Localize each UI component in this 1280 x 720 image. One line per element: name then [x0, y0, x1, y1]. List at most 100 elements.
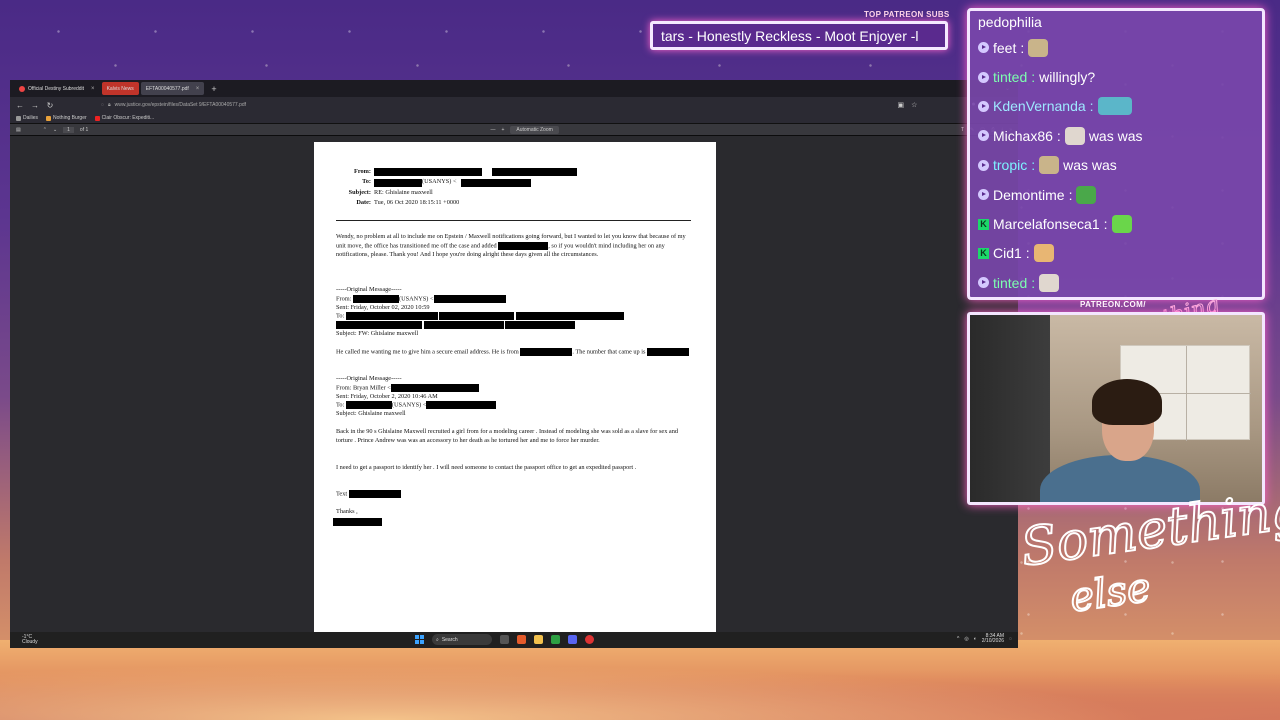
orig1-subject: Subject: FW: Ghislaine maxwell	[336, 330, 419, 338]
chat-username[interactable]: tinted	[993, 69, 1027, 85]
redaction	[647, 348, 690, 356]
zoom-select[interactable]: Automatic Zoom	[510, 125, 559, 134]
notification-icon[interactable]: ◌	[1009, 636, 1012, 642]
redaction	[345, 401, 392, 410]
chat-message: tinted: willingly?	[970, 62, 1262, 91]
bookmark-star-icon[interactable]: ☆	[911, 101, 917, 109]
to-suffix: (USANYS) <	[422, 178, 457, 186]
clock-date: 2/10/2026	[981, 638, 1005, 644]
volume-icon[interactable]: ◐	[974, 636, 977, 642]
chat-username[interactable]: feet	[993, 40, 1016, 56]
obs-icon[interactable]	[585, 635, 594, 644]
lock-icon: 🔒︎	[107, 102, 111, 108]
redaction	[374, 168, 482, 177]
orig1-from-suffix: (USANYS) <	[398, 295, 434, 303]
clock[interactable]: 8:34 AM 2/10/2026	[982, 634, 1004, 644]
text-line: Text	[336, 490, 696, 499]
zoom-in-icon[interactable]: +	[501, 127, 504, 133]
navigation-bar: ← → ↻ ◌ 🔒︎ www.justice.gov/epstein/files…	[10, 97, 1018, 113]
close-icon[interactable]: ×	[91, 86, 95, 92]
new-tab-button[interactable]: +	[206, 84, 221, 94]
tab-kalvis-news[interactable]: Kalvis News	[101, 82, 139, 95]
chat-message: Demontime:	[970, 180, 1262, 209]
bookmark-dailies[interactable]: Dailies	[16, 115, 38, 121]
chat-username[interactable]: Cid1	[993, 245, 1022, 261]
peepo-emote-icon	[1039, 156, 1060, 175]
prime-badge-icon	[978, 100, 989, 112]
chat-colon: :	[1089, 98, 1094, 115]
chat-username[interactable]: Marcelafonseca1	[993, 216, 1100, 232]
chat-colon: :	[1068, 186, 1073, 203]
subject-label: Subject:	[348, 188, 371, 196]
redaction	[433, 294, 506, 303]
signature-redaction	[333, 518, 382, 527]
search-label: Search	[441, 636, 458, 643]
original-message-2: -----Original Message----- From: Bryan M…	[336, 375, 696, 419]
hands-emote-icon	[1097, 97, 1132, 116]
reader-icon[interactable]: ▣	[898, 101, 905, 109]
chat-username[interactable]: tropic	[993, 157, 1027, 173]
text-label: Text	[336, 490, 348, 498]
file-explorer-icon[interactable]	[534, 635, 543, 644]
start-button[interactable]	[415, 635, 424, 644]
orig1-to: To:	[336, 312, 345, 320]
orig2-header: -----Original Message-----	[336, 375, 402, 382]
redaction	[516, 312, 625, 321]
orig2-from-line: From: Bryan Miller <	[336, 383, 696, 393]
taskbar-search[interactable]: ⌕ Search	[432, 634, 492, 645]
tab-label: Official Destiny Subreddit	[28, 85, 85, 92]
weather-widget[interactable]: -1°C Cloudy	[10, 635, 70, 645]
tab-destiny-subreddit[interactable]: Official Destiny Subreddit ×	[14, 82, 100, 95]
bookmark-label: Nothing Burger	[53, 115, 87, 121]
orig1-to-line-2	[336, 321, 696, 330]
tab-pdf[interactable]: EFTA00040577.pdf ×	[140, 82, 205, 95]
weird-face-emote-icon	[1064, 126, 1085, 145]
prime-badge-icon	[978, 159, 989, 171]
date-label: Date:	[356, 199, 371, 207]
redaction	[352, 294, 399, 303]
chat-username[interactable]: pedophilia	[978, 14, 1042, 30]
redaction	[498, 241, 549, 250]
tray-chevron-icon[interactable]: ^	[957, 636, 959, 642]
sidebar-toggle-icon[interactable]: ▤	[16, 127, 21, 133]
redaction	[390, 383, 479, 392]
pdf-viewer[interactable]: From: To: (USANYS) < Subject: RE: Ghislain…	[10, 136, 1018, 632]
ticker-text: tars - Honestly Reckless - Moot Enjoyer …	[661, 27, 919, 44]
pdf-toolbar: ▤ ⌃ ⌄ 1 of 1 — + Automatic Zoom T ✎ ▢ ⎙ …	[10, 124, 1018, 136]
task-view-icon[interactable]	[500, 635, 509, 644]
bookmark-nothing-burger[interactable]: Nothing Burger	[46, 115, 87, 121]
bookmark-clair-obscur[interactable]: Clair Obscur: Expediti...	[94, 115, 154, 121]
close-icon[interactable]: ×	[196, 86, 200, 92]
previous-page-icon[interactable]: ⌃	[43, 127, 47, 133]
paragraph-4: I need to get a passport to identify her…	[336, 464, 637, 471]
app-icon[interactable]	[551, 635, 560, 644]
url-text: www.justice.gov/epstein/files/DataSet 9/…	[114, 102, 247, 108]
chat-username[interactable]: tinted	[993, 275, 1027, 291]
reload-icon[interactable]: ↻	[46, 101, 54, 110]
network-icon[interactable]: ◎	[964, 636, 968, 642]
chat-colon: :	[1031, 157, 1036, 174]
page-number-input[interactable]: 1	[63, 126, 74, 133]
system-tray: ^ ◎ ◐ 8:34 AM 2/10/2026 ◌	[957, 634, 1012, 644]
subject-value: RE: Ghislaine maxwell	[374, 188, 433, 196]
redaction	[348, 490, 401, 498]
text-tool-icon[interactable]: T	[961, 127, 964, 133]
chat-message: feet:	[970, 33, 1262, 62]
back-icon[interactable]: ←	[16, 101, 24, 110]
chat-overlay: pedophilia feet: tinted: willingly? KdenVern…	[967, 8, 1265, 300]
bookmark-label: Dailies	[23, 115, 39, 121]
url-bar[interactable]: ◌ 🔒︎ www.justice.gov/epstein/files/DataS…	[61, 100, 891, 110]
next-page-icon[interactable]: ⌄	[53, 127, 57, 133]
discord-icon[interactable]	[568, 635, 577, 644]
chat-username[interactable]: Demontime	[993, 187, 1065, 203]
pizza-face-emote-icon	[1033, 244, 1054, 263]
zoom-out-icon[interactable]: —	[490, 127, 495, 133]
chat-username[interactable]: Michax86	[993, 128, 1053, 144]
paragraph-1: Wendy, no problem at all to include me o…	[336, 233, 696, 259]
forward-icon[interactable]: →	[31, 101, 39, 110]
chat-username[interactable]: KdenVernanda	[993, 98, 1086, 114]
redaction	[426, 401, 497, 410]
header-divider	[336, 220, 691, 221]
original-message-1: -----Original Message----- From: (USANYS…	[336, 286, 696, 339]
firefox-icon[interactable]	[517, 635, 526, 644]
